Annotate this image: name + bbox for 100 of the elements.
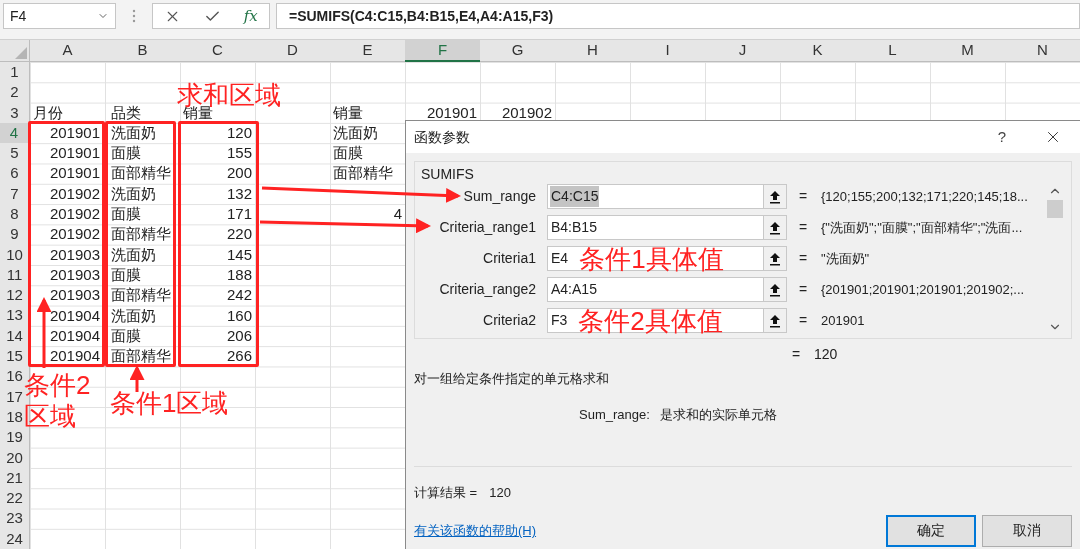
calculation-result: 计算结果 = (414, 484, 478, 502)
dialog-title: 函数参数 (414, 127, 471, 147)
row-header[interactable]: 9 (0, 224, 30, 245)
row-header[interactable]: 1 (0, 62, 30, 83)
table-cell: 月份 (33, 102, 63, 123)
column-header[interactable]: I (630, 40, 705, 62)
column-header[interactable]: C (180, 40, 255, 62)
argument-name: Sum_range: (579, 405, 650, 424)
input-field[interactable]: B4:B15 (547, 215, 787, 240)
table-cell-text: 201901 (49, 122, 100, 143)
input-field[interactable]: F3 条件2具体值 (547, 308, 787, 333)
collapse-button[interactable] (763, 278, 786, 301)
equals-sign: = (792, 344, 802, 364)
column-header[interactable]: K (780, 40, 855, 62)
parameter-result: {"洗面奶";"面膜";"面部精华";"洗面... (821, 218, 1024, 237)
column-header[interactable]: B (105, 40, 180, 62)
table-cell-text: 132 (226, 183, 252, 204)
upload-arrow-icon (769, 282, 781, 297)
column-header[interactable]: H (555, 40, 630, 62)
column-header[interactable]: G (480, 40, 555, 62)
table-cell: 201902 (49, 224, 100, 245)
collapse-button[interactable] (763, 216, 786, 239)
parameter-result: {120;155;200;132;171;220;145;18... (821, 187, 1029, 206)
drag-handle-icon[interactable] (132, 8, 136, 24)
row-header[interactable]: 12 (0, 285, 30, 306)
table-cell: 面部精华 (333, 163, 393, 184)
equals-sign: = (799, 187, 809, 206)
argument-description: 是求和的实际单元格 (659, 405, 777, 424)
table-cell-text: 188 (226, 264, 252, 285)
name-box[interactable]: F4 (3, 3, 116, 29)
table-cell: 242 (226, 285, 252, 306)
annotation-arrow (129, 365, 145, 392)
parameter-result: {201901;201901;201901;201902;... (821, 280, 1026, 299)
row-header[interactable]: 2 (0, 82, 30, 103)
parameter-label: Criteria_range1 (438, 218, 537, 237)
cancel-button[interactable]: 取消 (982, 514, 1072, 547)
table-cell: 220 (226, 224, 252, 245)
column-header[interactable]: D (255, 40, 330, 62)
annotation-label: 条件1具体值 (579, 246, 724, 271)
row-header[interactable]: 22 (0, 488, 30, 509)
upload-arrow-icon (769, 220, 781, 235)
insert-function-button[interactable]: fx (243, 4, 258, 28)
function-description: 对一组给定条件指定的单元格求和 (414, 370, 609, 388)
annotation-arrow (36, 297, 52, 368)
row-header[interactable]: 20 (0, 447, 30, 468)
table-cell: 201904 (49, 346, 100, 367)
table-cell: 面部精华 (111, 285, 171, 306)
collapse-button[interactable] (763, 185, 786, 208)
table-cell: 销量 (333, 102, 363, 123)
row-header[interactable]: 6 (0, 163, 30, 184)
row-header[interactable]: 19 (0, 427, 30, 448)
parameter-label: Criteria1 (482, 249, 537, 268)
help-button[interactable]: ? (997, 125, 1006, 149)
row-header[interactable]: 23 (0, 508, 30, 529)
ok-button[interactable]: 确定 (886, 514, 976, 547)
table-cell-text: 120 (226, 122, 252, 143)
column-header[interactable]: J (705, 40, 780, 62)
field-value: C4:C15 (550, 186, 600, 207)
column-header[interactable]: F (405, 40, 480, 62)
column-header[interactable]: M (930, 40, 1005, 62)
table-cell: 201901 (426, 102, 477, 123)
table-cell: 面膜 (111, 204, 141, 225)
equals-sign: = (799, 218, 809, 237)
row-header[interactable]: 5 (0, 143, 30, 164)
row-header[interactable]: 8 (0, 204, 30, 225)
input-field[interactable]: E4 条件1具体值 (547, 246, 787, 271)
table-cell-text: 洗面奶 (111, 122, 156, 143)
input-field[interactable]: C4:C15 (547, 184, 787, 209)
function-name: SUMIFS (421, 165, 474, 184)
calculation-value: 120 (489, 484, 511, 502)
table-cell: 200 (226, 163, 252, 184)
parameter-result: 201901 (821, 311, 866, 330)
table-cell-text: 洗面奶 (333, 122, 378, 143)
equals-sign: = (799, 311, 809, 330)
row-header[interactable]: 3 (0, 102, 30, 123)
column-header[interactable]: E (330, 40, 405, 62)
help-link[interactable]: 有关该函数的帮助(H) (414, 520, 880, 541)
column-header[interactable]: N (1005, 40, 1080, 62)
column-header[interactable]: L (855, 40, 930, 62)
scroll-thumb[interactable] (1047, 200, 1063, 218)
row-header[interactable]: 15 (0, 346, 30, 367)
column-header[interactable]: A (30, 40, 105, 62)
collapse-button[interactable] (763, 247, 786, 270)
field-value: E4 (550, 249, 570, 268)
table-cell: 面膜 (111, 143, 141, 164)
annotation-label: 条件2具体值 (578, 308, 723, 333)
row-header[interactable]: 24 (0, 528, 30, 549)
table-cell-text: 洗面奶 (111, 183, 156, 204)
parameter-label: Sum_range (462, 187, 537, 206)
table-cell: 201901 (49, 143, 100, 164)
parameter-result: "洗面奶" (821, 249, 871, 268)
table-cell: 201902 (49, 204, 100, 225)
table-cell-text: 201902 (49, 183, 100, 204)
collapse-button[interactable] (763, 309, 786, 332)
row-header[interactable]: 21 (0, 467, 30, 489)
table-cell: 洗面奶 (111, 244, 156, 265)
input-field[interactable]: A4:A15 (547, 277, 787, 302)
formula-bar[interactable]: =SUMIFS(C4:C15,B4:B15,E4,A4:A15,F3) (276, 3, 1080, 29)
table-cell: 洗面奶 (111, 305, 156, 326)
table-cell: 266 (226, 346, 252, 367)
